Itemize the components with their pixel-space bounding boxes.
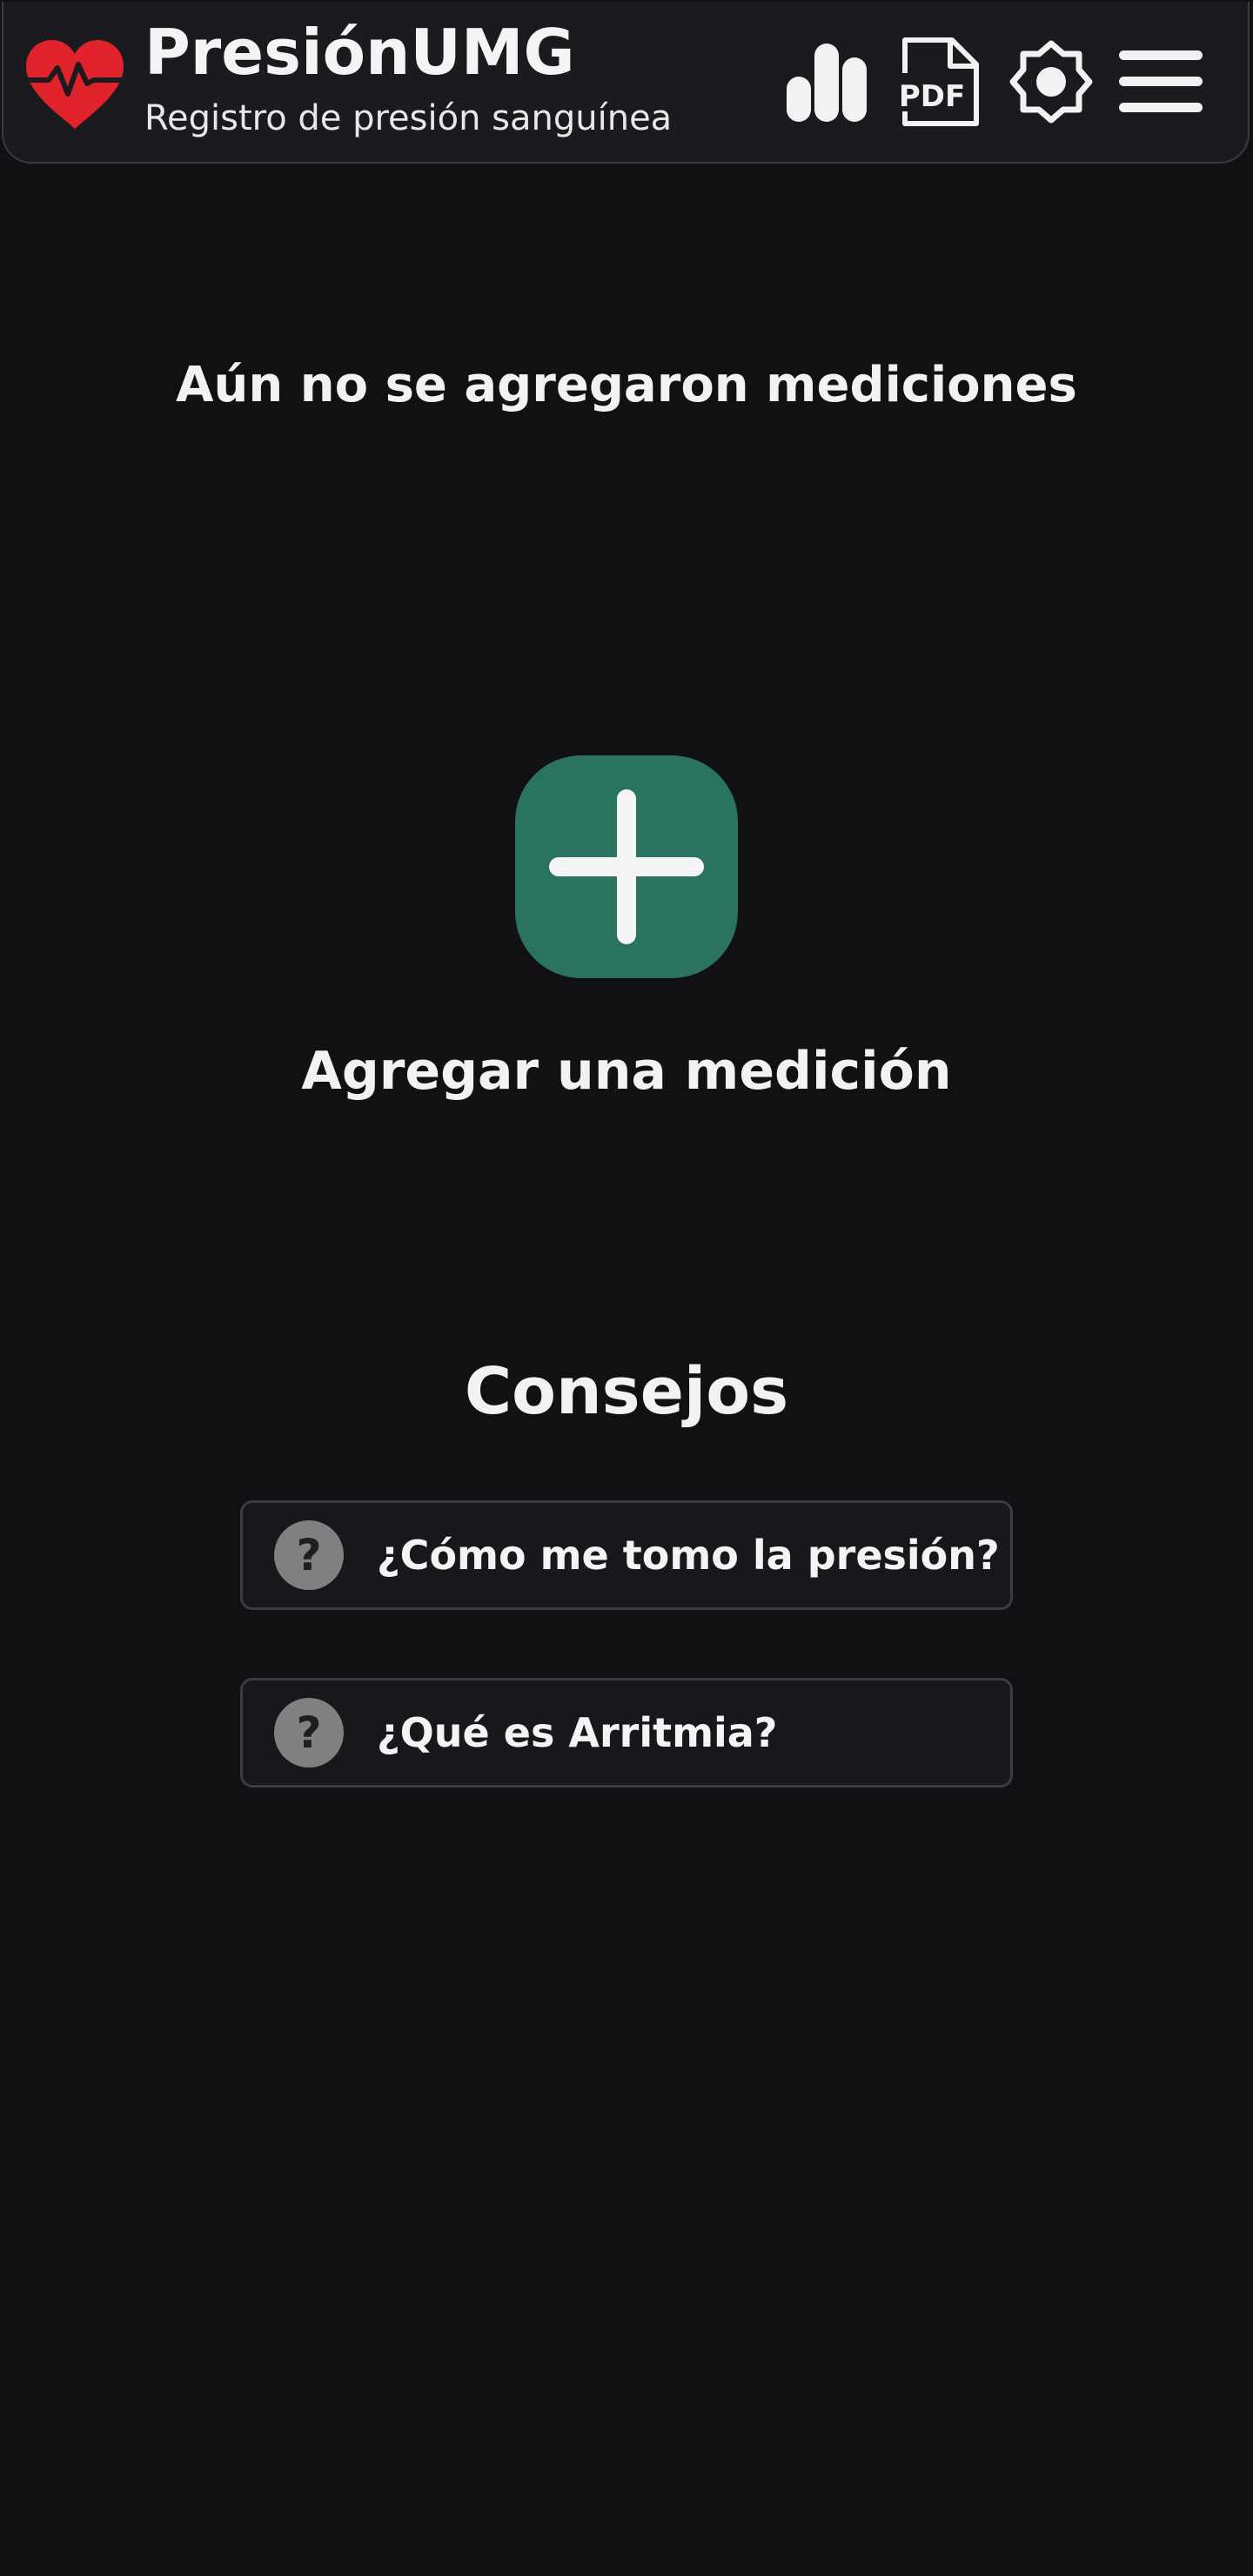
tip-how-to-measure[interactable]: ? ¿Cómo me tomo la presión? bbox=[240, 1500, 1013, 1610]
menu-button[interactable] bbox=[1116, 37, 1206, 127]
export-pdf-button[interactable]: PDF bbox=[893, 37, 983, 127]
app-subtitle: Registro de presión sanguínea bbox=[144, 98, 673, 138]
bar-chart-icon bbox=[787, 44, 867, 122]
tip-label: ¿Qué es Arritmia? bbox=[377, 1709, 778, 1756]
heart-pulse-icon bbox=[23, 38, 127, 132]
tip-what-is-arrhythmia[interactable]: ? ¿Qué es Arritmia? bbox=[240, 1678, 1013, 1788]
brightness-icon bbox=[1009, 40, 1093, 124]
help-circle-icon: ? bbox=[274, 1698, 344, 1768]
tip-label: ¿Cómo me tomo la presión? bbox=[377, 1532, 1000, 1579]
hamburger-menu-icon bbox=[1119, 50, 1203, 112]
pdf-label: PDF bbox=[899, 79, 965, 114]
app-header: PresiónUMG Registro de presión sanguínea… bbox=[2, 2, 1250, 164]
empty-state-message: Aún no se agregaron mediciones bbox=[176, 357, 1077, 413]
tips-title: Consejos bbox=[464, 1354, 789, 1429]
help-circle-icon: ? bbox=[274, 1520, 344, 1590]
app-title: PresiónUMG bbox=[144, 16, 575, 89]
theme-toggle-button[interactable] bbox=[1006, 37, 1096, 127]
app-screen: PresiónUMG Registro de presión sanguínea… bbox=[0, 0, 1253, 2576]
statistics-button[interactable] bbox=[781, 37, 872, 127]
add-measurement-button[interactable] bbox=[515, 755, 738, 978]
plus-icon bbox=[549, 789, 704, 944]
add-measurement-label[interactable]: Agregar una medición bbox=[0, 1041, 1253, 1102]
pdf-file-icon: PDF bbox=[895, 37, 979, 126]
